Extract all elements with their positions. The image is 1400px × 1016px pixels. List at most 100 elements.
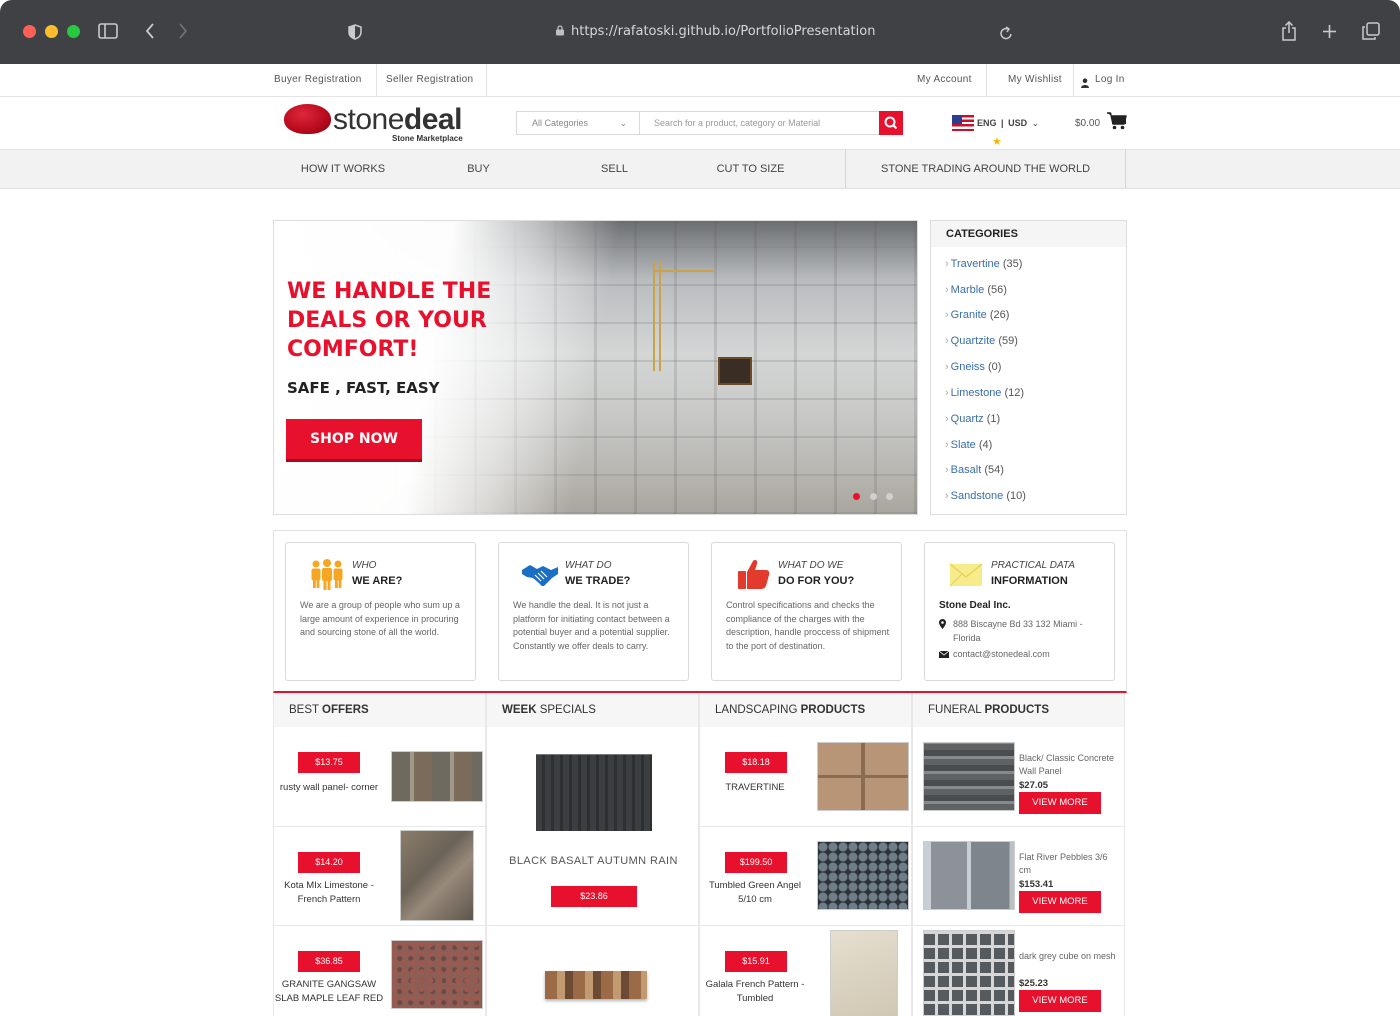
company-name: Stone Deal Inc. [939,600,1011,611]
company-email[interactable]: contact@stonedeal.com [953,649,1050,659]
product-thumbnail[interactable] [817,742,909,811]
seller-registration-link[interactable]: Seller Registration [386,64,473,96]
category-select[interactable]: All Categories ⌄ [516,111,640,135]
card-title-bottom: INFORMATION [991,575,1068,587]
product-card[interactable]: $36.85 GRANITE GANGSAW SLAB MAPLE LEAF R… [274,926,486,1016]
language-currency-select[interactable]: ENG | USD ⌄ [977,118,1039,129]
week-specials-column: WEEK SPECIALS BLACK BASALT AUTUMN RAIN $… [486,693,699,1016]
category-limestone[interactable]: › Limestone (12) [945,387,1024,399]
product-thumbnail[interactable] [923,841,1015,910]
category-travertine[interactable]: › Travertine (35) [945,258,1022,270]
slide-dot-1[interactable] [853,493,860,500]
product-card[interactable]: $14.20 Kota MIx Limestone - French Patte… [274,827,486,926]
view-more-button[interactable]: VIEW MORE [1019,792,1101,814]
nav-cut-to-size[interactable]: CUT TO SIZE [682,150,819,188]
divider [376,64,377,96]
product-thumbnail[interactable] [923,742,1015,811]
view-more-button[interactable]: VIEW MORE [1019,891,1101,913]
logo[interactable]: stonedeal [333,103,462,137]
cart-icon[interactable] [1107,112,1127,135]
my-wishlist-link[interactable]: My Wishlist [1008,64,1062,96]
nav-how-it-works[interactable]: HOW IT WORKS [273,150,413,188]
reload-icon[interactable] [1000,25,1013,43]
column-title: FUNERAL PRODUCTS [913,693,1124,727]
product-thumbnail[interactable] [830,930,898,1016]
product-thumbnail[interactable] [391,940,483,1009]
cart-total[interactable]: $0.00 [1075,118,1100,129]
price-tag: $13.75 [298,752,360,773]
product-thumbnail[interactable] [536,754,652,831]
product-thumbnail[interactable] [923,930,1015,1016]
product-name[interactable]: Kota MIx Limestone - French Pattern [274,879,384,907]
product-thumbnail[interactable] [817,841,909,910]
sidebar-icon[interactable] [98,23,118,42]
zoom-window-button[interactable] [67,25,80,38]
card-title-bottom: WE ARE? [352,575,403,587]
search-button[interactable] [879,111,903,135]
forward-icon[interactable] [178,23,188,42]
card-text: Control specifications and checks the co… [726,600,890,651]
star-icon: ★ [992,136,1002,148]
search-input[interactable] [640,111,880,135]
back-icon[interactable] [145,23,155,42]
product-name[interactable]: Tumbled Green Angel 5/10 cm [700,879,810,907]
my-account-link[interactable]: My Account [917,64,972,96]
product-name[interactable]: TRAVERTINE [700,781,810,795]
product-card[interactable]: Flat River Pebbles 3/6 cm $153.41 VIEW M… [913,827,1125,926]
handshake-icon [522,565,558,587]
product-name[interactable]: rusty wall panel- corner [274,781,384,795]
product-name[interactable]: dark grey cube on mesh [1019,950,1119,963]
browser-chrome: https://rafatoski.github.io/PortfolioPre… [0,0,1400,64]
product-card[interactable]: $13.75 rusty wall panel- corner [274,728,486,827]
category-marble[interactable]: › Marble (56) [945,284,1007,296]
category-quartz[interactable]: › Quartz (1) [945,413,1000,425]
product-name[interactable]: Black/ Classic Concrete Wall Panel [1019,752,1119,778]
divider [486,64,487,96]
product-name[interactable]: BLACK BASALT AUTUMN RAIN [491,854,696,868]
category-gneiss[interactable]: › Gneiss (0) [945,361,1001,373]
product-thumbnail[interactable] [400,830,474,921]
nav-buy[interactable]: BUY [410,150,547,188]
shop-now-button[interactable]: SHOP NOW [286,419,422,459]
category-granite[interactable]: › Granite (26) [945,309,1009,321]
slide-dot-3[interactable] [886,493,893,500]
product-price: $27.05 [1019,780,1049,791]
share-icon[interactable] [1281,20,1297,44]
price-tag: $14.20 [298,852,360,873]
logo-icon[interactable] [284,104,331,134]
tabs-overview-icon[interactable] [1362,22,1380,43]
category-select-value: All Categories [532,118,589,128]
category-slate[interactable]: › Slate (4) [945,439,992,451]
column-title: LANDSCAPING PRODUCTS [700,693,911,727]
product-card[interactable] [487,927,699,1016]
view-more-button[interactable]: VIEW MORE [1019,990,1101,1012]
minimize-window-button[interactable] [45,25,58,38]
buyer-registration-link[interactable]: Buyer Registration [274,64,362,96]
close-window-button[interactable] [23,25,36,38]
product-name[interactable]: Flat River Pebbles 3/6 cm [1019,851,1119,877]
address-bar[interactable]: https://rafatoski.github.io/PortfolioPre… [555,24,875,39]
new-tab-icon[interactable] [1322,24,1337,42]
product-thumbnail[interactable] [545,971,647,999]
product-name[interactable]: GRANITE GANGSAW SLAB MAPLE LEAF RED [274,978,384,1006]
product-card[interactable]: $199.50 Tumbled Green Angel 5/10 cm [700,827,912,926]
product-card[interactable]: dark grey cube on mesh $25.23 VIEW MORE [913,926,1125,1016]
product-card[interactable]: BLACK BASALT AUTUMN RAIN $23.86 [487,728,699,926]
category-basalt[interactable]: › Basalt (54) [945,464,1004,476]
category-sandstone[interactable]: › Sandstone (10) [945,490,1026,502]
product-name[interactable]: Galala French Pattern - Tumbled [700,978,810,1006]
shield-icon[interactable] [348,24,362,43]
product-card[interactable]: $15.91 Galala French Pattern - Tumbled [700,926,912,1016]
slide-dot-2[interactable] [870,493,877,500]
hero-slider[interactable]: WE HANDLE THE DEALS OR YOUR COMFORT! SAF… [273,220,918,515]
category-quartzite[interactable]: › Quartzite (59) [945,335,1018,347]
nav-stone-trading[interactable]: STONE TRADING AROUND THE WORLD [846,150,1125,188]
envelope-icon [949,563,983,587]
product-thumbnail[interactable] [391,751,483,802]
us-flag-icon[interactable] [952,115,974,131]
product-card[interactable]: $18.18 TRAVERTINE [700,728,912,827]
nav-sell[interactable]: SELL [546,150,683,188]
hero-subheading: SAFE , FAST, EASY [287,379,440,397]
product-card[interactable]: Black/ Classic Concrete Wall Panel $27.0… [913,728,1125,827]
login-link[interactable]: Log In [1095,64,1125,96]
